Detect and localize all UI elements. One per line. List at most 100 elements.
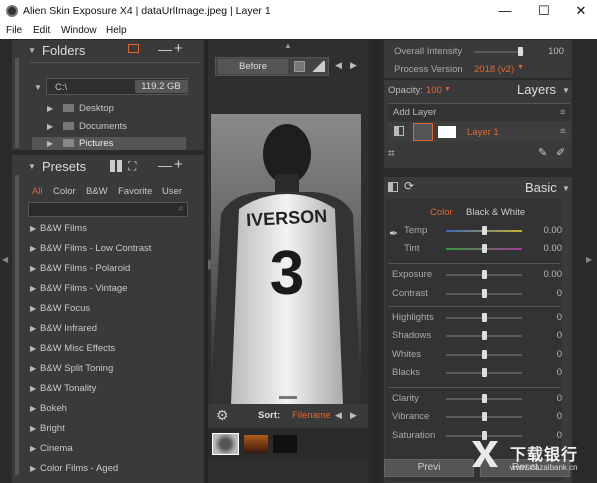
slider-knob[interactable] bbox=[482, 331, 487, 340]
filter-all[interactable]: All bbox=[32, 186, 43, 197]
menu-file[interactable]: File bbox=[6, 25, 22, 36]
preset-item[interactable]: ▶ B&W Films bbox=[28, 221, 198, 239]
layer-mask[interactable] bbox=[438, 126, 456, 138]
clarity-value[interactable]: 0 bbox=[532, 393, 562, 404]
preset-item[interactable]: ▶ B&W Infrared bbox=[28, 321, 198, 339]
expand-preset-icon[interactable]: ▶ bbox=[30, 464, 36, 473]
expand-preset-icon[interactable]: ▶ bbox=[30, 444, 36, 453]
preset-item[interactable]: ▶ Cinema bbox=[28, 441, 198, 459]
collapse-presets-icon[interactable]: ▼ bbox=[28, 162, 36, 171]
before-button[interactable]: Before bbox=[218, 59, 288, 74]
filter-user[interactable]: User bbox=[162, 186, 182, 197]
saturation-value[interactable]: 0 bbox=[532, 430, 562, 441]
sort-value[interactable]: Filename bbox=[292, 410, 330, 421]
whites-slider[interactable] bbox=[446, 350, 522, 359]
preset-item[interactable]: ▶ Color Films - Aged bbox=[28, 461, 198, 479]
blacks-value[interactable]: 0 bbox=[532, 367, 562, 378]
expand-preset-icon[interactable]: ▶ bbox=[30, 364, 36, 373]
thumbnail[interactable] bbox=[273, 435, 297, 453]
preset-item[interactable]: ▶ B&W Films - Low Contrast bbox=[28, 241, 198, 259]
preset-item[interactable]: ▶ B&W Films - Polaroid bbox=[28, 261, 198, 279]
preset-item[interactable]: ▶ B&W Films - Vintage bbox=[28, 281, 198, 299]
thumbnail[interactable] bbox=[212, 433, 239, 455]
thumbnail[interactable] bbox=[244, 435, 268, 453]
clarity-slider[interactable] bbox=[446, 394, 522, 403]
vibrance-slider[interactable] bbox=[446, 412, 522, 421]
next-image-icon[interactable]: ▶ bbox=[350, 60, 357, 71]
presets-scrollbar[interactable] bbox=[15, 175, 19, 475]
temp-value[interactable]: 0.00 bbox=[532, 225, 563, 236]
photo-canvas[interactable]: IVERSON 3 bbox=[211, 114, 361, 404]
tint-value[interactable]: 0.00 bbox=[532, 243, 563, 254]
blacks-slider[interactable] bbox=[446, 368, 522, 377]
maximize-button[interactable]: ☐ bbox=[533, 2, 555, 20]
layer-menu-icon[interactable]: ≡ bbox=[560, 107, 566, 118]
expand-preset-icon[interactable]: ▶ bbox=[30, 404, 36, 413]
layer-name[interactable]: Layer 1 bbox=[467, 127, 499, 138]
tint-slider[interactable] bbox=[446, 244, 522, 253]
expand-drive-icon[interactable]: ▼ bbox=[34, 83, 42, 92]
expand-preset-icon[interactable]: ▶ bbox=[30, 344, 36, 353]
folders-scrollbar[interactable] bbox=[15, 58, 19, 148]
folder-item[interactable]: ▶ Desktop bbox=[32, 101, 204, 116]
paint-icon[interactable]: ✐ bbox=[556, 146, 565, 159]
preset-item[interactable]: ▶ B&W Tonality bbox=[28, 381, 198, 399]
preset-item[interactable]: ▶ Bright bbox=[28, 421, 198, 439]
saturation-slider[interactable] bbox=[446, 431, 522, 440]
filter-color[interactable]: Color bbox=[53, 186, 76, 197]
exposure-value[interactable]: 0.00 bbox=[532, 269, 563, 280]
exposure-slider[interactable] bbox=[446, 270, 522, 279]
expand-preset-icon[interactable]: ▶ bbox=[30, 244, 36, 253]
chevron-down-icon[interactable]: ▼ bbox=[517, 64, 524, 71]
expand-preset-icon[interactable]: ▶ bbox=[30, 224, 36, 233]
layer-visibility-icon[interactable] bbox=[394, 126, 404, 136]
collapse-top-icon[interactable]: ▲ bbox=[284, 41, 292, 50]
vibrance-value[interactable]: 0 bbox=[532, 411, 562, 422]
folder-sync-icon[interactable] bbox=[128, 44, 139, 53]
expand-preset-icon[interactable]: ▶ bbox=[30, 384, 36, 393]
crop-icon[interactable]: ⌗ bbox=[388, 146, 395, 161]
menu-help[interactable]: Help bbox=[106, 25, 127, 36]
remove-preset-icon[interactable]: — bbox=[158, 157, 172, 173]
layer-menu-icon[interactable]: ≡ bbox=[560, 126, 566, 137]
whites-value[interactable]: 0 bbox=[532, 349, 562, 360]
left-splitter[interactable] bbox=[204, 40, 208, 483]
folder-item-selected[interactable]: ▶ Pictures bbox=[32, 137, 186, 150]
highlights-slider[interactable] bbox=[446, 313, 522, 322]
shadows-value[interactable]: 0 bbox=[532, 330, 562, 341]
brush-icon[interactable]: ✎ bbox=[538, 146, 547, 159]
expand-preset-icon[interactable]: ▶ bbox=[30, 284, 36, 293]
expand-preset-icon[interactable]: ▶ bbox=[30, 304, 36, 313]
collapse-right-icon[interactable]: ▶ bbox=[586, 255, 592, 264]
menu-edit[interactable]: Edit bbox=[33, 25, 50, 36]
slider-knob[interactable] bbox=[482, 350, 487, 359]
filter-favorite[interactable]: Favorite bbox=[118, 186, 152, 197]
slider-knob[interactable] bbox=[482, 289, 487, 298]
slider-knob[interactable] bbox=[482, 226, 487, 235]
settings-gear-icon[interactable]: ⚙ bbox=[216, 407, 229, 424]
process-version-select[interactable]: 2018 (v2) bbox=[474, 64, 514, 75]
add-folder-icon[interactable]: + bbox=[174, 40, 183, 57]
opacity-dropdown-icon[interactable]: ▼ bbox=[444, 86, 451, 93]
slider-knob[interactable] bbox=[482, 394, 487, 403]
slider-knob[interactable] bbox=[482, 313, 487, 322]
drive-row[interactable]: C:\ 119.2 GB bbox=[46, 78, 188, 95]
sort-prev-icon[interactable]: ◀ bbox=[335, 410, 342, 421]
preset-item[interactable]: ▶ B&W Split Toning bbox=[28, 361, 198, 379]
overall-intensity-slider[interactable] bbox=[474, 47, 524, 56]
close-button[interactable]: ✕ bbox=[570, 2, 592, 20]
contrast-value[interactable]: 0 bbox=[532, 288, 562, 299]
preset-search-input[interactable]: ⌕ bbox=[28, 202, 188, 217]
sort-next-icon[interactable]: ▶ bbox=[350, 410, 357, 421]
split-view-icon[interactable] bbox=[311, 61, 325, 72]
slider-knob[interactable] bbox=[482, 270, 487, 279]
slider-knob[interactable] bbox=[482, 244, 487, 253]
expand-preset-icon[interactable]: ▶ bbox=[30, 424, 36, 433]
layer-row[interactable]: Layer 1 ≡ bbox=[388, 122, 570, 142]
prev-image-icon[interactable]: ◀ bbox=[335, 60, 342, 71]
layer-thumbnail[interactable] bbox=[413, 123, 433, 141]
expand-preset-icon[interactable]: ▶ bbox=[30, 264, 36, 273]
remove-folder-icon[interactable]: — bbox=[158, 41, 172, 57]
add-preset-icon[interactable]: + bbox=[174, 156, 183, 173]
right-splitter[interactable] bbox=[373, 40, 381, 483]
